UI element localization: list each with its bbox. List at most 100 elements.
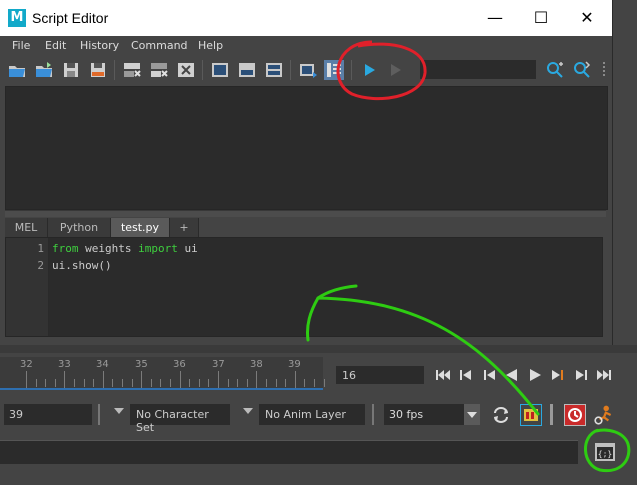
start-frame-field[interactable]: 39 — [4, 404, 92, 425]
current-frame-field[interactable]: 16 — [336, 366, 424, 384]
tick-label: 34 — [96, 359, 109, 370]
clear-history-icon[interactable] — [122, 60, 142, 80]
echo-all-commands-icon[interactable] — [298, 60, 318, 80]
chevron-down-icon[interactable] — [114, 408, 124, 414]
ruler-major-tick — [218, 371, 219, 388]
toolbar-separator — [202, 60, 203, 80]
time-slider[interactable]: 32 33 34 35 36 37 38 39 — [0, 357, 325, 390]
open-script-icon[interactable] — [7, 60, 27, 80]
maya-logo-icon: M — [8, 9, 26, 27]
cached-playback-icon[interactable] — [564, 404, 586, 426]
ruler-major-tick — [103, 371, 104, 388]
step-forward-key-icon[interactable] — [572, 366, 590, 384]
tick-label: 32 — [20, 359, 33, 370]
replace-icon[interactable] — [572, 60, 592, 80]
animation-preferences-icon[interactable] — [593, 404, 615, 426]
ruler-major-tick — [256, 371, 257, 388]
script-editor-button-icon[interactable]: {;} — [594, 442, 616, 462]
line-number: 1 — [37, 242, 44, 255]
command-line[interactable] — [0, 440, 578, 465]
execute-selected-icon[interactable] — [385, 60, 405, 80]
save-script-icon[interactable] — [61, 60, 81, 80]
tab-python[interactable]: Python — [48, 218, 111, 237]
ruler-minor-tick — [93, 379, 94, 387]
ruler-minor-tick — [324, 379, 325, 387]
ruler-major-tick — [141, 371, 142, 388]
script-input-pane[interactable]: 1 2 from weights import ui ui.show() — [5, 237, 603, 337]
ruler-minor-tick — [132, 379, 133, 387]
title-bar[interactable]: M Script Editor — ☐ ✕ — [0, 0, 612, 36]
tick-label: 37 — [212, 359, 225, 370]
svg-text:{;}: {;} — [598, 450, 612, 459]
show-both-icon[interactable] — [264, 60, 284, 80]
code-line[interactable]: ui.show() — [52, 259, 112, 272]
show-input-only-icon[interactable] — [237, 60, 257, 80]
chevron-down-icon[interactable] — [464, 404, 480, 425]
ruler-minor-tick — [122, 379, 123, 387]
anim-layer-dropdown[interactable]: No Anim Layer — [259, 404, 365, 425]
step-back-key-icon[interactable] — [457, 366, 475, 384]
tab-test-py[interactable]: test.py — [111, 218, 170, 237]
ruler-minor-tick — [74, 379, 75, 387]
menu-edit[interactable]: Edit — [45, 39, 66, 52]
clear-all-icon[interactable] — [176, 60, 196, 80]
tab-mel[interactable]: MEL — [5, 218, 48, 237]
menu-bar: File Edit History Command Help — [0, 36, 612, 56]
ruler-major-tick — [64, 371, 65, 388]
close-button[interactable]: ✕ — [564, 4, 610, 32]
ruler-minor-tick — [45, 379, 46, 387]
line-number: 2 — [37, 259, 44, 272]
character-set-dropdown[interactable]: No Character Set — [130, 404, 230, 434]
auto-key-icon[interactable] — [520, 404, 542, 426]
tab-add[interactable]: + — [170, 218, 199, 237]
ruler-minor-tick — [228, 379, 229, 387]
pane-splitter[interactable] — [5, 210, 606, 217]
minimize-button[interactable]: — — [472, 4, 518, 32]
go-to-start-icon[interactable] — [434, 366, 452, 384]
step-forward-frame-icon[interactable] — [549, 366, 567, 384]
show-history-only-icon[interactable] — [210, 60, 230, 80]
tick-label: 36 — [173, 359, 186, 370]
clear-input-icon[interactable] — [149, 60, 169, 80]
menu-command[interactable]: Command — [131, 39, 188, 52]
code-line[interactable]: from weights import ui — [52, 242, 198, 255]
menu-file[interactable]: File — [12, 39, 30, 52]
fps-label: 30 fps — [389, 408, 424, 421]
menu-history[interactable]: History — [80, 39, 119, 52]
ruler-minor-tick — [36, 379, 37, 387]
script-editor-window: M Script Editor — ☐ ✕ File Edit History … — [0, 0, 613, 352]
source-script-icon[interactable] — [34, 60, 54, 80]
show-line-numbers-icon[interactable] — [324, 60, 344, 80]
ruler-minor-tick — [208, 379, 209, 387]
code-text: ui — [177, 242, 198, 255]
save-script-to-shelf-icon[interactable] — [88, 60, 108, 80]
step-back-frame-icon[interactable] — [480, 366, 498, 384]
ruler-minor-tick — [84, 379, 85, 387]
ruler-minor-tick — [189, 379, 190, 387]
maximize-button[interactable]: ☐ — [518, 4, 564, 32]
search-icon[interactable] — [545, 60, 565, 80]
code-keyword: import — [138, 242, 178, 255]
tick-label: 39 — [288, 359, 301, 370]
play-forwards-icon[interactable] — [526, 366, 544, 384]
current-frame-value: 16 — [342, 369, 356, 382]
timeline-divider — [0, 345, 637, 353]
field-divider — [98, 404, 100, 425]
chevron-down-icon[interactable] — [243, 408, 253, 414]
anim-layer-label: No Anim Layer — [265, 408, 346, 421]
go-to-end-icon[interactable] — [595, 366, 613, 384]
loop-icon[interactable] — [491, 405, 511, 425]
history-output-pane[interactable] — [5, 86, 608, 210]
play-backwards-icon[interactable] — [503, 366, 521, 384]
ruler-minor-tick — [285, 379, 286, 387]
search-input[interactable] — [420, 60, 536, 79]
toolbar-separator — [114, 60, 115, 80]
ruler-minor-tick — [247, 379, 248, 387]
menu-help[interactable]: Help — [198, 39, 223, 52]
toolbar-overflow-handle[interactable] — [603, 62, 607, 76]
execute-all-icon[interactable] — [359, 60, 379, 80]
tick-label: 35 — [135, 359, 148, 370]
ruler-minor-tick — [112, 379, 113, 387]
field-divider — [372, 404, 374, 425]
window-title: Script Editor — [32, 10, 109, 26]
